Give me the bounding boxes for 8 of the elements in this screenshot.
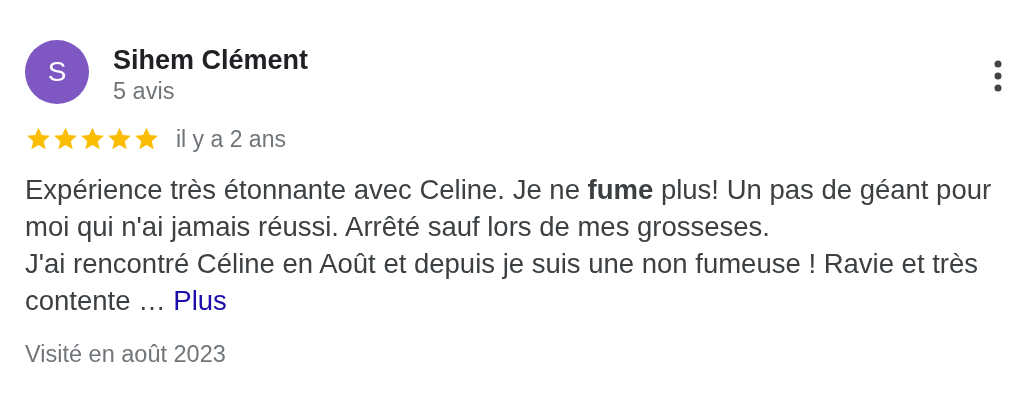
more-vertical-icon — [994, 60, 1002, 92]
visit-date: Visité en août 2023 — [25, 339, 227, 369]
review-count: 5 avis — [113, 77, 176, 106]
reviewer-name[interactable]: Sihem Clément — [113, 44, 988, 76]
more-link[interactable]: Plus — [173, 284, 227, 316]
review-time: il y a 2 ans — [176, 125, 286, 154]
avatar: S — [25, 40, 89, 104]
review-text: Expérience très étonnante avec Celine. Je ne fume plus! Un pas de géant pour moi qui n'ai jamais réussi. Arrêté sauf lors de mes grosseses. J'ai rencontré Céline en Août et depuis je suis une non fumeuse ! Ravie et très contente … Plus — [25, 172, 993, 318]
